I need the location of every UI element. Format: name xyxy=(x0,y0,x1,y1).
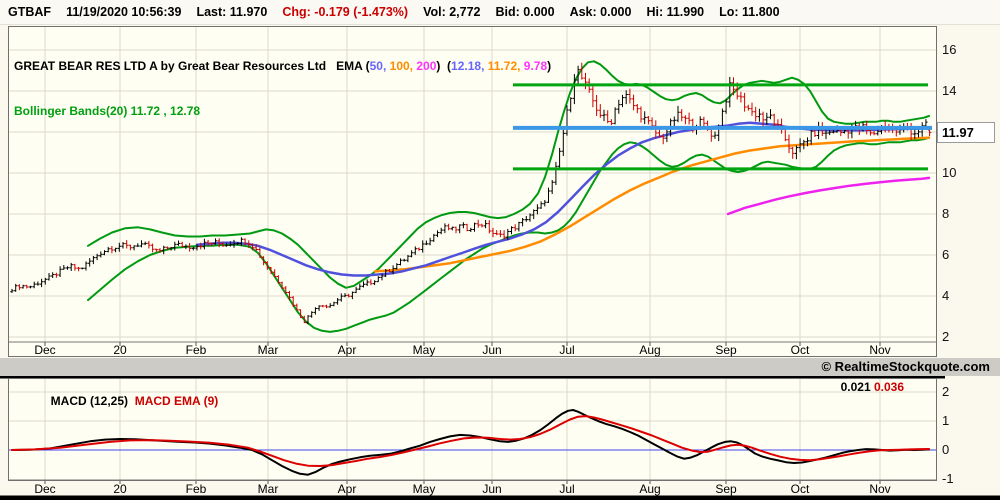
svg-text:Jun: Jun xyxy=(482,482,501,496)
svg-text:Apr: Apr xyxy=(338,482,357,496)
svg-text:Jun: Jun xyxy=(482,343,501,357)
svg-text:4: 4 xyxy=(942,288,949,303)
svg-text:Oct: Oct xyxy=(791,343,810,357)
svg-text:Feb: Feb xyxy=(186,482,207,496)
ema-label: EMA ( xyxy=(336,59,370,73)
watermark-band: © RealtimeStockquote.com xyxy=(0,358,1000,376)
ema-legend: EMA (50, 100, 200) (12.18, 11.72, 9.78) xyxy=(336,59,551,73)
quote-datetime: 11/19/2020 10:56:39 xyxy=(66,5,182,19)
macd-ema-value: 0.036 xyxy=(873,380,904,394)
ema100-value: 11.72, xyxy=(487,59,524,73)
svg-text:10: 10 xyxy=(942,165,956,180)
chart-legend: GREAT BEAR RES LTD A by Great Bear Resou… xyxy=(14,29,551,134)
chart-title: GREAT BEAR RES LTD A by Great Bear Resou… xyxy=(14,59,337,73)
svg-text:Mar: Mar xyxy=(258,343,279,357)
low-value: Lo: 11.800 xyxy=(719,5,780,19)
macd-legend: MACD (12,25) MACD EMA (9) 0.021 0.036 xyxy=(0,380,1000,408)
bottom-border-strip xyxy=(0,495,1000,500)
svg-text:14: 14 xyxy=(942,83,956,98)
watermark-text: © RealtimeStockquote.com xyxy=(821,359,990,374)
svg-text:-1: -1 xyxy=(942,471,954,486)
svg-text:Nov: Nov xyxy=(869,482,890,496)
svg-text:Jul: Jul xyxy=(559,343,574,357)
svg-text:20: 20 xyxy=(113,482,127,496)
ema200-value: 9.78 xyxy=(523,59,548,73)
main-price-labels: 16 14 10 8 6 4 2 xyxy=(942,42,956,344)
last-price-value: Last: 11.970 xyxy=(196,5,268,19)
ema-values-close-paren: ) xyxy=(547,59,552,73)
chart-legend-line1: GREAT BEAR RES LTD A by Great Bear Resou… xyxy=(14,59,551,74)
high-value: Hi: 11.990 xyxy=(646,5,705,19)
svg-text:Aug: Aug xyxy=(639,482,660,496)
svg-text:16: 16 xyxy=(942,42,956,57)
svg-text:Mar: Mar xyxy=(258,482,279,496)
svg-text:2: 2 xyxy=(942,329,949,344)
ema200-period: 200 xyxy=(416,59,437,73)
svg-text:May: May xyxy=(413,482,436,496)
svg-text:Aug: Aug xyxy=(639,343,660,357)
ema50-value: 12.18, xyxy=(451,59,488,73)
svg-text:0: 0 xyxy=(942,442,949,457)
ask-value: Ask: 0.000 xyxy=(569,5,632,19)
bid-value: Bid: 0.000 xyxy=(495,5,555,19)
svg-text:Oct: Oct xyxy=(791,482,810,496)
svg-text:20: 20 xyxy=(113,343,127,357)
svg-text:8: 8 xyxy=(942,206,949,221)
svg-text:6: 6 xyxy=(942,247,949,262)
macd-title: MACD (12,25) xyxy=(50,394,135,408)
macd-ema-title: MACD EMA (9) xyxy=(134,394,219,408)
svg-text:Feb: Feb xyxy=(186,343,207,357)
svg-text:Dec: Dec xyxy=(34,482,55,496)
quote-header-bar: GTBAF 11/19/2020 10:56:39 Last: 11.970 C… xyxy=(0,0,1000,25)
stock-quote-page: { "header": { "symbol": "GTBAF", "dateti… xyxy=(0,0,1000,500)
macd-month-labels: Dec 20 Feb Mar Apr May Jun Jul Aug Sep Oct Nov xyxy=(34,482,890,496)
svg-text:May: May xyxy=(413,343,436,357)
svg-text:Apr: Apr xyxy=(338,343,357,357)
svg-text:Sep: Sep xyxy=(715,343,737,357)
macd-values: 0.021 0.036 xyxy=(841,380,904,394)
volume-value: Vol: 2,772 xyxy=(423,5,481,19)
bollinger-legend: Bollinger Bands(20) 11.72 , 12.78 xyxy=(14,104,201,118)
svg-text:Sep: Sep xyxy=(715,482,737,496)
macd-value: 0.021 xyxy=(840,380,874,394)
change-value: Chg: -0.179 (-1.473%) xyxy=(282,5,409,19)
svg-text:Jul: Jul xyxy=(559,482,574,496)
ema-values-paren: ( xyxy=(440,59,452,73)
macd-value-labels: 210-1 xyxy=(942,384,954,486)
svg-text:Dec: Dec xyxy=(34,343,55,357)
svg-text:1: 1 xyxy=(942,413,949,428)
symbol-label: GTBAF xyxy=(8,5,52,19)
ema50-period: 50, xyxy=(369,59,390,73)
svg-text:Nov: Nov xyxy=(869,343,890,357)
ema100-period: 100, xyxy=(389,59,417,73)
last-price-tag: 11.97 xyxy=(937,122,995,143)
